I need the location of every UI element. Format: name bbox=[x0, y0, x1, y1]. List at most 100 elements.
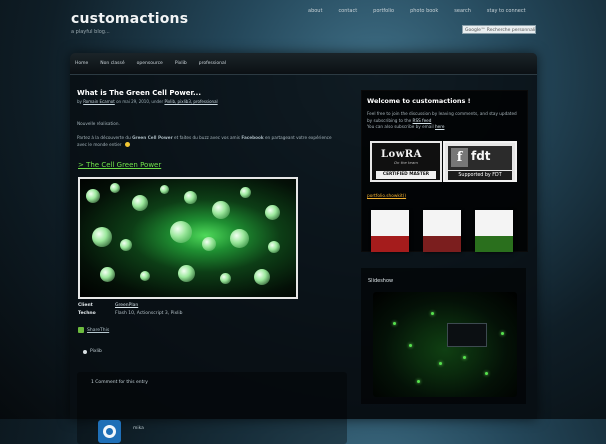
project-image[interactable] bbox=[78, 177, 298, 299]
info-row-client: Client GreenPlan bbox=[78, 301, 182, 309]
rss-link[interactable]: RSS feed bbox=[413, 118, 432, 123]
lowra-badge[interactable]: LowRA On the team CERTIFIED MASTER bbox=[370, 141, 442, 182]
fdt-caption: Supported by FDT bbox=[448, 171, 512, 180]
top-nav-photo-book[interactable]: photo book bbox=[402, 7, 446, 15]
avatar bbox=[98, 420, 121, 443]
bubble-decor bbox=[212, 201, 230, 219]
post-title[interactable]: What is The Green Cell Power... bbox=[77, 89, 349, 97]
post-body-pre: Partez à la découverte du bbox=[77, 135, 131, 140]
menu-professional[interactable]: professional bbox=[199, 61, 226, 66]
avatar-icon-inner bbox=[106, 428, 113, 435]
bubble-decor bbox=[170, 221, 192, 243]
post-tag[interactable]: Pixlib bbox=[83, 349, 102, 354]
top-nav-contact[interactable]: contact bbox=[330, 7, 365, 15]
bubble-decor bbox=[178, 265, 195, 282]
top-nav-portfolio[interactable]: portfolio bbox=[365, 7, 402, 15]
info-row-techno: Techno Flash 10, Actionscript 3, Pixlib bbox=[78, 309, 182, 317]
post-body: Partez à la découverte du Green Cell Pow… bbox=[77, 135, 341, 148]
book-band bbox=[371, 236, 409, 252]
top-nav-search[interactable]: search bbox=[446, 7, 479, 15]
book-cover-2[interactable] bbox=[423, 210, 461, 252]
slideshow-dot bbox=[439, 362, 442, 365]
slideshow-dot bbox=[393, 322, 396, 325]
post-meta-middle: on mai 29, 2010, under bbox=[116, 99, 164, 104]
fdt-badge[interactable]: f fdt Supported by FDT bbox=[443, 141, 517, 182]
slideshow-dot bbox=[417, 380, 420, 383]
top-nav: about contact portfolio photo book searc… bbox=[300, 7, 534, 15]
info-key: Techno bbox=[78, 310, 96, 316]
fdt-logo-text: fdt bbox=[471, 149, 491, 163]
slideshow-dot bbox=[501, 332, 504, 335]
slideshow-dot bbox=[431, 312, 434, 315]
share-label: ShareThis bbox=[87, 327, 110, 333]
top-nav-about[interactable]: about bbox=[300, 7, 330, 15]
email-subscribe-link[interactable]: here bbox=[435, 124, 444, 129]
slideshow-card bbox=[447, 323, 487, 347]
lowra-logo-text: LowRA bbox=[381, 149, 422, 160]
slideshow-title: Slideshow bbox=[368, 278, 394, 284]
menu-non-classe[interactable]: Non classé bbox=[100, 61, 124, 66]
site-title[interactable]: customactions bbox=[71, 11, 188, 27]
post-body-mid: et faites du buzz avec vos amis bbox=[174, 135, 240, 140]
bubble-decor bbox=[120, 239, 132, 251]
slideshow-widget: Slideshow bbox=[361, 268, 526, 404]
smiley-icon bbox=[124, 142, 130, 147]
post-meta-prefix: by bbox=[77, 99, 82, 104]
welcome-box: Welcome to customactions ! Feel free to … bbox=[361, 90, 528, 252]
menu-pixlib[interactable]: Pixlib bbox=[175, 61, 187, 66]
project-info: Client GreenPlan Techno Flash 10, Action… bbox=[78, 301, 182, 317]
bubble-decor bbox=[110, 183, 120, 193]
client-link[interactable]: GreenPlan bbox=[115, 303, 138, 308]
book-cover-1[interactable] bbox=[371, 210, 409, 252]
slideshow-dot bbox=[485, 372, 488, 375]
bubble-decor bbox=[220, 273, 231, 284]
project-link[interactable]: > The Cell Green Power bbox=[78, 161, 161, 169]
comment-author[interactable]: mika bbox=[133, 426, 144, 431]
welcome-text-2: You can also subscribe by email bbox=[367, 124, 434, 129]
book-band bbox=[423, 236, 461, 252]
post-body-bold-facebook: Facebook bbox=[241, 135, 264, 140]
post-intro: Nouvelle réalisation. bbox=[77, 121, 120, 126]
main-menu: Home Non classé opensource Pixlib profes… bbox=[75, 61, 238, 66]
site-tagline: a playful blog... bbox=[71, 29, 110, 35]
bubble-decor bbox=[86, 189, 100, 203]
portfolio-link[interactable]: portfolio.showkit() bbox=[367, 194, 406, 199]
bubble-decor bbox=[254, 269, 270, 285]
comments-header: 1 Comment for this entry bbox=[91, 380, 148, 385]
tag-icon bbox=[83, 349, 87, 354]
bubble-decor bbox=[202, 237, 216, 251]
search-input[interactable]: Google™ Recherche personnalisée bbox=[462, 25, 536, 34]
menu-opensource[interactable]: opensource bbox=[137, 61, 163, 66]
menu-home[interactable]: Home bbox=[75, 61, 88, 66]
welcome-text-1: Feel free to join the discussion by leav… bbox=[367, 111, 517, 123]
welcome-text: Feel free to join the discussion by leav… bbox=[367, 111, 523, 131]
post: What is The Green Cell Power... by Romai… bbox=[77, 89, 349, 444]
book-cover-3[interactable] bbox=[475, 210, 513, 252]
bubble-decor bbox=[230, 229, 249, 248]
main-menu-bar: Home Non classé opensource Pixlib profes… bbox=[70, 53, 537, 75]
lowra-cert: CERTIFIED MASTER bbox=[376, 171, 436, 179]
bubble-decor bbox=[184, 191, 197, 204]
bubble-decor bbox=[265, 205, 280, 220]
slideshow-dot bbox=[409, 344, 412, 347]
bubble-decor bbox=[268, 241, 280, 253]
slideshow-dot bbox=[463, 356, 466, 359]
bubble-decor bbox=[160, 185, 169, 194]
bubble-decor bbox=[240, 187, 251, 198]
post-body-bold-green-cell: Green Cell Power bbox=[132, 135, 173, 140]
lowra-subtitle: On the team bbox=[394, 160, 418, 165]
content-frame: Home Non classé opensource Pixlib profes… bbox=[70, 53, 537, 444]
info-key: Client bbox=[78, 302, 93, 308]
top-nav-stay-connect[interactable]: stay to connect bbox=[479, 7, 534, 15]
post-tags-link[interactable]: Pixlib, pixlib3, professional bbox=[164, 99, 217, 104]
info-value: Flash 10, Actionscript 3, Pixlib bbox=[115, 310, 183, 316]
post-author-link[interactable]: Romain Ecarnot bbox=[83, 99, 115, 104]
book-band bbox=[475, 236, 513, 252]
slideshow-viewer[interactable] bbox=[373, 292, 517, 397]
bubble-decor bbox=[132, 195, 148, 211]
bubble-decor bbox=[140, 271, 150, 281]
share-this-button[interactable]: ShareThis bbox=[78, 327, 109, 333]
post-meta: by Romain Ecarnot on mai 29, 2010, under… bbox=[77, 99, 349, 104]
tag-label: Pixlib bbox=[90, 349, 102, 354]
fdt-f-icon: f bbox=[451, 148, 468, 167]
